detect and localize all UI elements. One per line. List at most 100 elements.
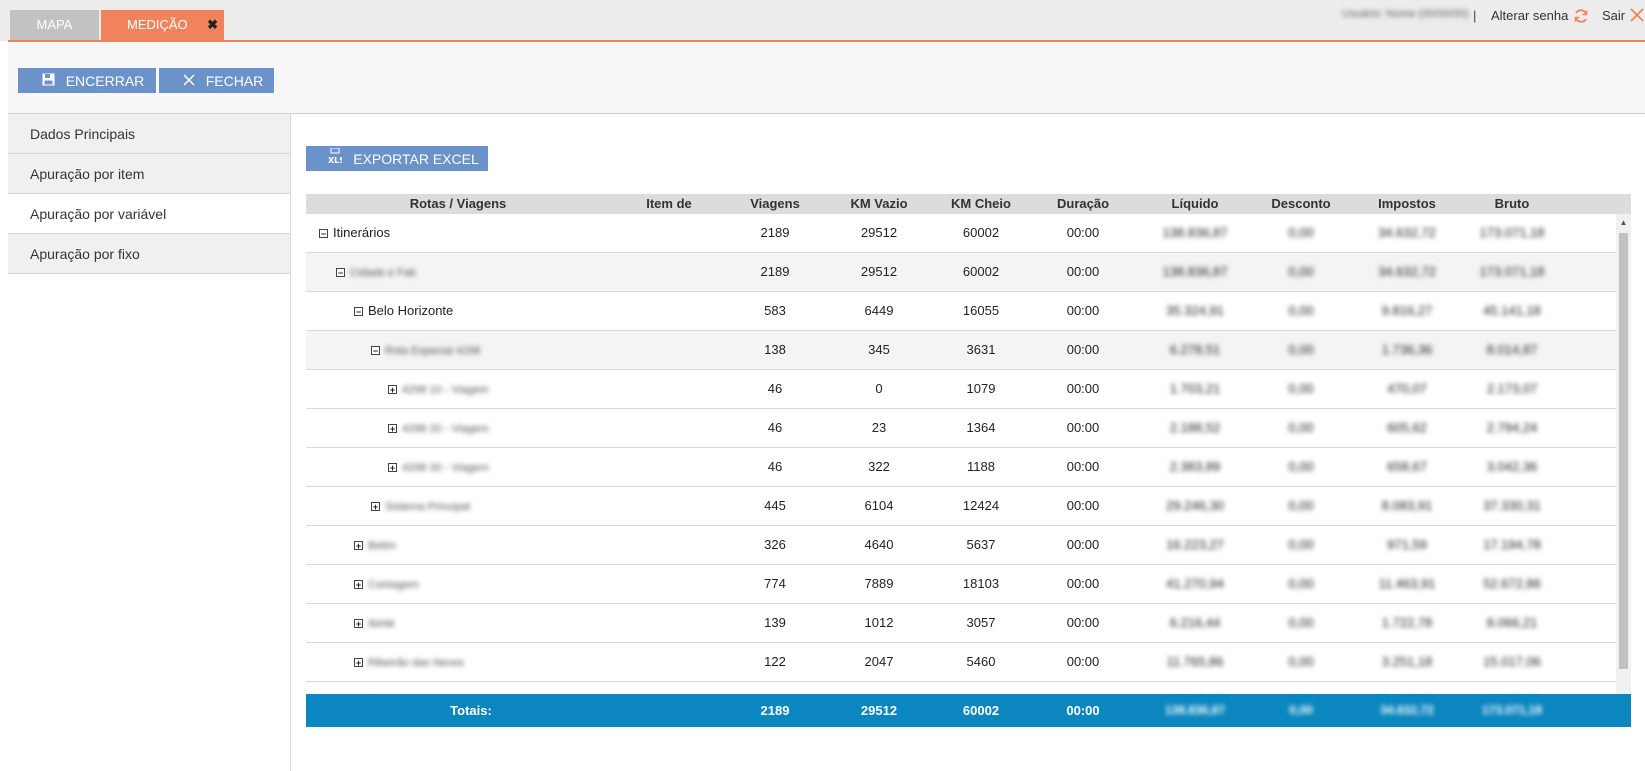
col-duracao[interactable]: Duração — [1032, 194, 1134, 214]
cell-liquido: 41.270,94 — [1166, 576, 1224, 591]
col-bruto[interactable]: Bruto — [1461, 194, 1563, 214]
totals-label: Totais: — [450, 703, 492, 718]
cell-bruto: 17.194,78 — [1483, 537, 1541, 552]
cell-km-cheio: 12424 — [962, 498, 1000, 513]
collapse-icon[interactable]: − — [336, 268, 345, 278]
tree-cell: + Ribeirão das Neves — [354, 643, 464, 682]
table-row[interactable]: +4298 10 - Viagem 46 0 1079 00:00 1.703,21 0,0… — [306, 370, 1631, 409]
excel-icon: XLS — [327, 147, 346, 174]
sidebar-item-apuracao-item[interactable]: Apuração por item — [8, 154, 290, 194]
collapse-icon[interactable]: − — [371, 346, 380, 356]
table-row[interactable]: − Rota Especial 4298 138 345 3631 00:00 6.278,… — [306, 331, 1631, 370]
cell-bruto: 15.017,06 — [1483, 654, 1541, 669]
cell-liquido: 35.324,91 — [1166, 303, 1224, 318]
tree-cell: + Sistema Principal — [371, 487, 470, 526]
collapse-icon[interactable]: − — [354, 307, 363, 317]
col-liquido[interactable]: Líquido — [1144, 194, 1246, 214]
expand-icon[interactable]: + — [388, 463, 397, 473]
expand-icon[interactable]: + — [354, 619, 363, 629]
cell-km-vazio: 7889 — [864, 576, 894, 591]
cell-km-vazio: 29512 — [860, 264, 898, 279]
collapse-icon[interactable]: − — [319, 229, 328, 239]
cell-viagens: 2189 — [760, 264, 790, 279]
totals-bruto: 173.071,18 — [1481, 703, 1543, 717]
tree-cell: + Contagem — [354, 565, 419, 604]
cell-km-vazio: 2047 — [864, 654, 894, 669]
sidebar-item-apuracao-fixo[interactable]: Apuração por fixo — [8, 234, 290, 274]
totals-row: Totais: 2189 29512 60002 00:00 138.836,8… — [306, 694, 1631, 727]
cell-km-vazio: 1012 — [864, 615, 894, 630]
cell-duracao: 00:00 — [1066, 381, 1100, 396]
tab-medicao[interactable]: MEDIÇÃO ✖ — [101, 10, 224, 40]
close-icon — [182, 69, 196, 94]
col-rotas[interactable]: Rotas / Viagens — [306, 194, 610, 214]
cell-km-vazio: 23 — [871, 420, 887, 435]
grid-scrollbar[interactable]: ▲ ▼ — [1616, 214, 1631, 704]
cell-viagens: 46 — [767, 459, 783, 474]
table-row[interactable]: + Contagem 774 7889 18103 00:00 41.270,94 0,00 1… — [306, 565, 1631, 604]
expand-icon[interactable]: + — [354, 541, 363, 551]
table-row[interactable]: − Itinerários 2189 29512 60002 00:00 138.836,8… — [306, 214, 1631, 253]
svg-text:XLS: XLS — [328, 156, 342, 164]
expand-icon[interactable]: + — [354, 658, 363, 668]
table-row[interactable]: + Betim 326 4640 5637 00:00 16.223,27 0,00 971,5… — [306, 526, 1631, 565]
cell-km-vazio: 0 — [875, 381, 883, 396]
col-desconto[interactable]: Desconto — [1250, 194, 1352, 214]
logout-link[interactable]: Sair — [1602, 8, 1625, 23]
table-row[interactable]: +4298 30 - Viagem 46 322 1188 00:00 2.383,89 0… — [306, 448, 1631, 487]
sidebar-item-apuracao-variavel[interactable]: Apuração por variável — [8, 194, 290, 234]
expand-icon[interactable]: + — [388, 424, 397, 434]
table-row[interactable]: +4298 20 - Viagem 46 23 1364 00:00 2.188,52 0,… — [306, 409, 1631, 448]
cell-km-vazio: 4640 — [864, 537, 894, 552]
row-label: 4298 20 - Viagem — [402, 423, 489, 435]
scroll-up-icon[interactable]: ▲ — [1616, 218, 1631, 227]
fechar-button[interactable]: FECHAR — [159, 68, 274, 93]
scroll-thumb[interactable] — [1619, 233, 1628, 669]
col-item[interactable]: Item de — [606, 194, 732, 214]
table-row[interactable]: + Ibirité 139 1012 3057 00:00 6.216,44 0,00 1.72… — [306, 604, 1631, 643]
cell-impostos: 470,07 — [1387, 381, 1427, 396]
cell-desconto: 0,00 — [1288, 498, 1314, 513]
expand-icon[interactable]: + — [388, 385, 397, 395]
cell-km-cheio: 3057 — [966, 615, 996, 630]
table-row[interactable]: − Cidade e Fab 2189 29512 60002 00:00 138.836,… — [306, 253, 1631, 292]
cell-desconto: 0,00 — [1288, 225, 1314, 240]
export-excel-button[interactable]: XLS EXPORTAR EXCEL — [306, 146, 488, 171]
col-km-cheio[interactable]: KM Cheio — [930, 194, 1032, 214]
table-row[interactable]: + Sistema Principal 445 6104 12424 00:00 29.24… — [306, 487, 1631, 526]
cell-viagens: 445 — [764, 498, 786, 513]
encerrar-button[interactable]: ENCERRAR — [18, 68, 156, 93]
tree-cell: − Belo Horizonte — [354, 292, 453, 330]
col-viagens[interactable]: Viagens — [724, 194, 826, 214]
cell-km-cheio: 1188 — [967, 459, 995, 474]
change-password-link[interactable]: Alterar senha — [1491, 8, 1568, 23]
totals-km-cheio: 60002 — [962, 703, 1000, 718]
cell-viagens: 138 — [764, 342, 786, 357]
logout-x-icon[interactable] — [1630, 8, 1644, 25]
cell-duracao: 00:00 — [1066, 615, 1100, 630]
user-name: Usuário: Nome (00/00/00) — [1342, 8, 1469, 20]
cell-desconto: 0,00 — [1288, 303, 1314, 318]
cell-km-vazio: 322 — [868, 459, 890, 474]
cell-impostos: 9.816,27 — [1381, 303, 1433, 318]
sidebar-item-dados-principais[interactable]: Dados Principais — [8, 114, 290, 154]
totals-km-vazio: 29512 — [860, 703, 898, 718]
col-km-vazio[interactable]: KM Vazio — [828, 194, 930, 214]
row-label: 4298 10 - Viagem — [402, 384, 489, 396]
expand-icon[interactable]: + — [354, 580, 363, 590]
row-label: 4298 30 - Viagem — [402, 462, 489, 474]
tab-medicao-label: MEDIÇÃO — [127, 17, 188, 32]
close-tab-icon[interactable]: ✖ — [207, 10, 218, 40]
cell-liquido: 138.836,87 — [1162, 264, 1228, 279]
table-row[interactable]: + Ribeirão das Neves 122 2047 5460 00:00 11.76… — [306, 643, 1631, 682]
refresh-icon[interactable] — [1573, 8, 1589, 27]
expand-icon[interactable]: + — [371, 502, 380, 512]
cell-impostos: 34.632,72 — [1378, 264, 1436, 279]
cell-impostos: 605,62 — [1387, 420, 1427, 435]
tab-mapa[interactable]: MAPA — [10, 10, 99, 40]
tree-cell: +4298 10 - Viagem — [388, 370, 489, 409]
cell-km-cheio: 3631 — [966, 342, 996, 357]
col-impostos[interactable]: Impostos — [1356, 194, 1458, 214]
table-row[interactable]: − Belo Horizonte 583 6449 16055 00:00 35.324,9… — [306, 292, 1631, 331]
save-icon — [42, 69, 56, 94]
